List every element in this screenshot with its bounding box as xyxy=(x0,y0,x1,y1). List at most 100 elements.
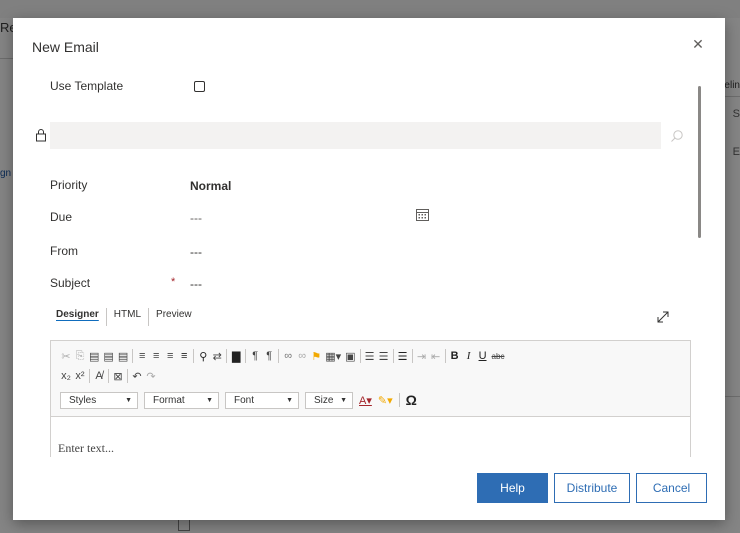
distribute-button[interactable]: Distribute xyxy=(554,473,630,503)
rich-text-editor: ✂ ⎘ ▤ ▤ ▤ ≡ ≡ ≡ ≡ ⚲ ⇄ ▇ ¶ ¶ ∞ ∞ ⚑ ▦▾ ▣ ☰… xyxy=(50,340,691,457)
format-dropdown[interactable]: Format ▼ xyxy=(144,391,219,409)
superscript-icon[interactable]: x² xyxy=(75,370,85,382)
horizontal-rule-icon[interactable]: ☰ xyxy=(398,350,408,363)
table-icon[interactable]: ▦▾ xyxy=(325,350,341,363)
replace-icon[interactable]: ⇄ xyxy=(212,350,222,363)
editor-tabs: Designer HTML Preview xyxy=(56,308,199,326)
background-right-text-2: S xyxy=(732,108,740,120)
unlink-icon[interactable]: ∞ xyxy=(297,350,307,362)
no-image-icon[interactable]: ⊠ xyxy=(113,370,123,383)
ltr-icon[interactable]: ¶ xyxy=(250,350,260,362)
styles-dropdown[interactable]: Styles ▼ xyxy=(60,391,138,409)
rtl-icon[interactable]: ¶ xyxy=(264,350,274,362)
toolbar-separator xyxy=(193,349,195,363)
from-value[interactable]: --- xyxy=(190,245,202,259)
cancel-button[interactable]: Cancel xyxy=(636,473,707,503)
tab-designer[interactable]: Designer xyxy=(56,308,107,326)
paste-word-icon[interactable]: ▤ xyxy=(118,350,128,363)
close-icon[interactable]: ✕ xyxy=(691,37,705,51)
background-divider xyxy=(725,396,740,397)
toolbar-separator xyxy=(398,393,400,407)
toolbar-separator xyxy=(226,349,228,363)
new-email-dialog: New Email ✕ Use Template Priority Normal… xyxy=(13,18,725,520)
indent-icon[interactable]: ⇥ xyxy=(417,350,427,363)
chevron-down-icon: ▼ xyxy=(206,396,213,404)
font-color-icon[interactable]: A▾ xyxy=(359,394,372,407)
find-icon[interactable]: ⚲ xyxy=(198,350,208,363)
blockquote-icon[interactable]: ▇ xyxy=(231,350,241,363)
format-dropdown-label: Format xyxy=(153,394,185,406)
align-right-icon[interactable]: ≡ xyxy=(165,350,175,362)
bulleted-list-icon[interactable]: ☰ xyxy=(379,350,389,363)
calendar-icon[interactable] xyxy=(416,208,429,221)
link-icon[interactable]: ∞ xyxy=(283,350,293,362)
numbered-list-icon[interactable]: ☰ xyxy=(365,350,375,363)
size-dropdown-label: Size xyxy=(314,394,334,406)
search-icon[interactable] xyxy=(670,129,684,143)
toolbar-row-3: Styles ▼ Format ▼ Font ▼ Size ▼ A▾ ✎▾ Ω xyxy=(60,391,417,409)
dialog-title: New Email xyxy=(32,39,99,55)
outdent-icon[interactable]: ⇤ xyxy=(431,350,441,363)
align-left-icon[interactable]: ≡ xyxy=(137,350,147,362)
due-value[interactable]: --- xyxy=(190,211,202,225)
copy-icon[interactable]: ⎘ xyxy=(75,350,85,363)
toolbar-separator xyxy=(392,349,394,363)
subject-value[interactable]: --- xyxy=(190,277,202,291)
help-button[interactable]: Help xyxy=(477,473,548,503)
strikethrough-icon[interactable]: abc xyxy=(492,352,505,361)
size-dropdown[interactable]: Size ▼ xyxy=(305,391,353,409)
align-center-icon[interactable]: ≡ xyxy=(151,350,161,362)
styles-dropdown-label: Styles xyxy=(69,394,97,406)
lock-icon xyxy=(36,129,46,142)
toolbar-separator xyxy=(108,369,109,383)
background-divider xyxy=(0,58,13,59)
background-calendar-icon xyxy=(178,519,190,531)
image-icon[interactable]: ▣ xyxy=(345,350,355,363)
required-indicator: * xyxy=(171,276,176,288)
subscript-icon[interactable]: x₂ xyxy=(61,370,71,382)
paste-icon[interactable]: ▤ xyxy=(89,350,99,363)
tab-preview[interactable]: Preview xyxy=(149,308,199,326)
remove-format-icon[interactable]: A̸ xyxy=(94,370,104,382)
toolbar-separator xyxy=(245,349,247,363)
font-dropdown[interactable]: Font ▼ xyxy=(225,391,299,409)
toolbar-row-1: ✂ ⎘ ▤ ▤ ▤ ≡ ≡ ≡ ≡ ⚲ ⇄ ▇ ¶ ¶ ∞ ∞ ⚑ ▦▾ ▣ ☰… xyxy=(61,347,504,365)
toolbar-separator xyxy=(278,349,280,363)
tab-html[interactable]: HTML xyxy=(107,308,150,326)
background-right-text-3: E xyxy=(732,146,740,158)
scrollbar[interactable] xyxy=(698,86,701,238)
highlight-color-icon[interactable]: ✎▾ xyxy=(378,394,393,407)
editor-placeholder[interactable]: Enter text... xyxy=(58,441,114,456)
paste-text-icon[interactable]: ▤ xyxy=(103,350,113,363)
toolbar-separator xyxy=(359,349,361,363)
toolbar-separator xyxy=(132,349,134,363)
underline-icon[interactable]: U xyxy=(478,350,488,362)
anchor-flag-icon[interactable]: ⚑ xyxy=(311,350,321,363)
toolbar-separator xyxy=(444,349,446,363)
expand-icon[interactable] xyxy=(656,310,670,324)
lookup-input[interactable] xyxy=(50,122,661,149)
bold-icon[interactable]: B xyxy=(450,350,460,362)
background-divider xyxy=(725,96,740,97)
priority-label: Priority xyxy=(50,178,88,192)
background-link: gn xyxy=(0,168,12,179)
undo-icon[interactable]: ↶ xyxy=(132,370,142,383)
toolbar-separator xyxy=(411,349,413,363)
align-justify-icon[interactable]: ≡ xyxy=(179,350,189,362)
editor-toolbar: ✂ ⎘ ▤ ▤ ▤ ≡ ≡ ≡ ≡ ⚲ ⇄ ▇ ¶ ¶ ∞ ∞ ⚑ ▦▾ ▣ ☰… xyxy=(51,341,690,417)
from-label: From xyxy=(50,244,78,258)
toolbar-separator xyxy=(127,369,128,383)
toolbar-separator xyxy=(89,369,90,383)
use-template-checkbox[interactable] xyxy=(194,81,205,92)
chevron-down-icon: ▼ xyxy=(340,396,347,404)
due-label: Due xyxy=(50,210,73,224)
background-left-text: Re xyxy=(0,20,17,35)
priority-value[interactable]: Normal xyxy=(190,179,231,193)
special-character-icon[interactable]: Ω xyxy=(406,392,417,408)
background-right-text-1: elin xyxy=(724,80,740,91)
font-dropdown-label: Font xyxy=(234,394,255,406)
redo-icon[interactable]: ↷ xyxy=(146,370,156,383)
cut-icon[interactable]: ✂ xyxy=(61,350,71,363)
italic-icon[interactable]: I xyxy=(464,350,474,362)
chevron-down-icon: ▼ xyxy=(125,396,132,404)
